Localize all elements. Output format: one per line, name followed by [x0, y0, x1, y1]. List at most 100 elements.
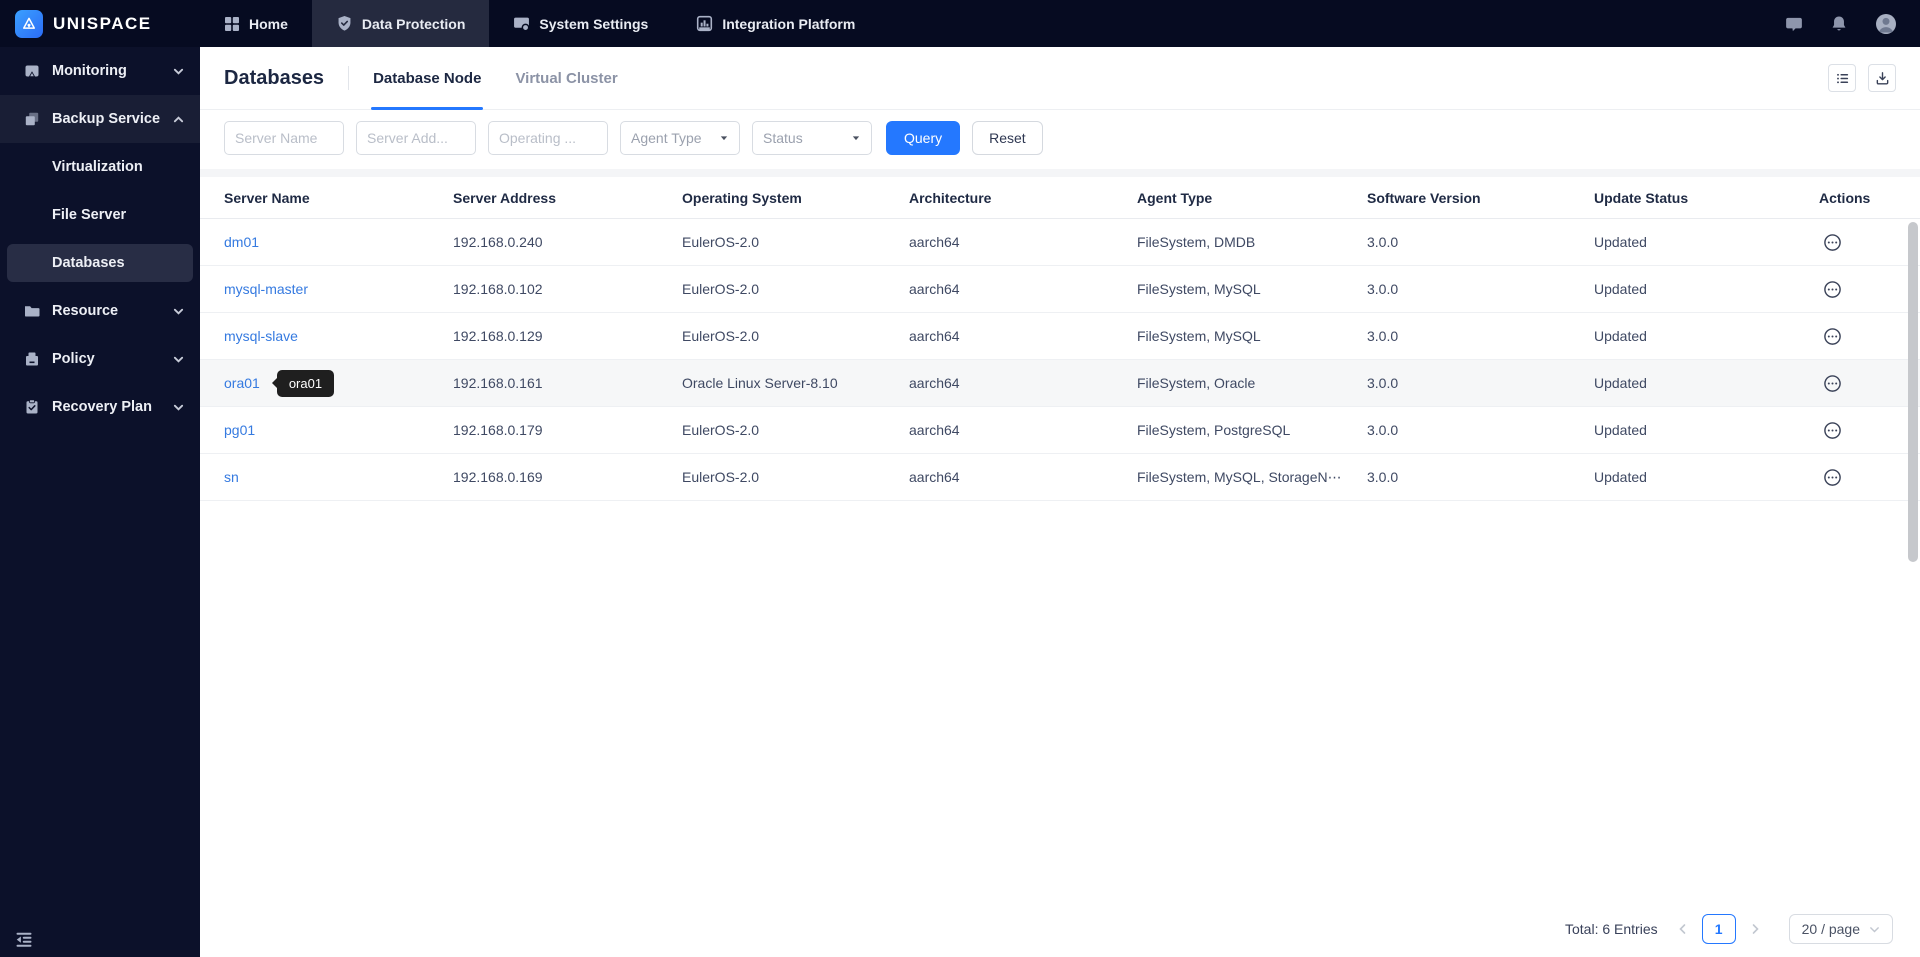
sidebar-item-virtualization[interactable]: Virtualization	[0, 143, 200, 191]
messages-icon[interactable]	[1785, 15, 1803, 33]
nav-item-label: Home	[249, 15, 288, 32]
row-actions-button[interactable]	[1819, 280, 1896, 299]
server-address-input[interactable]	[356, 121, 476, 155]
table-cell: 3.0.0	[1367, 375, 1399, 391]
sidebar-item-policy[interactable]: Policy	[0, 335, 200, 383]
reset-button[interactable]: Reset	[972, 121, 1043, 155]
table-row: dm01 192.168.0.240 EulerOS-2.0 aarch64 FileS…	[200, 219, 1920, 266]
nav-item-integration-platform[interactable]: Integration Platform	[672, 0, 879, 47]
operating-system-input[interactable]	[488, 121, 608, 155]
sidebar-item-label: Backup Service	[52, 111, 161, 127]
header-actions	[1828, 64, 1896, 92]
caret-down-icon	[719, 133, 729, 143]
sidebar-item-databases[interactable]: Databases	[7, 244, 193, 282]
table-cell: Updated	[1594, 234, 1647, 250]
sidebar-item-file-server[interactable]: File Server	[0, 191, 200, 239]
tab-database-node[interactable]: Database Node	[371, 47, 484, 110]
notifications-bell-icon[interactable]	[1830, 15, 1848, 33]
table-cell: 3.0.0	[1367, 234, 1399, 250]
nav-item-data-protection[interactable]: Data Protection	[311, 0, 490, 47]
server-name-link[interactable]: pg01	[224, 422, 255, 438]
server-name-link[interactable]: dm01	[224, 234, 259, 250]
agent-type-select[interactable]: Agent Type	[620, 121, 740, 155]
next-page-button[interactable]	[1736, 923, 1774, 935]
page-size-value: 20 / page	[1801, 921, 1860, 937]
server-name-tooltip: ora01	[276, 369, 335, 397]
sidebar-item-monitoring[interactable]: Monitoring	[0, 47, 200, 95]
table-row: sn 192.168.0.169 EulerOS-2.0 aarch64 FileSys…	[200, 454, 1920, 501]
table-cell: 192.168.0.240	[453, 234, 543, 250]
previous-page-button[interactable]	[1664, 923, 1702, 935]
download-icon	[1876, 71, 1888, 85]
server-name-cell: mysql-slave	[224, 328, 453, 344]
sidebar-item-label: Resource	[52, 303, 119, 319]
sidebar-item-label: Monitoring	[52, 63, 127, 79]
table-cell: aarch64	[909, 328, 960, 344]
status-placeholder: Status	[763, 130, 803, 146]
table-cell: FileSystem, Oracle	[1137, 375, 1256, 391]
row-actions-button[interactable]	[1819, 468, 1896, 487]
table-cell: EulerOS-2.0	[682, 422, 760, 438]
sidebar-collapse-icon[interactable]	[14, 929, 34, 949]
server-name-link[interactable]: sn	[224, 469, 239, 485]
sidebar-item-resource[interactable]: Resource	[0, 287, 200, 335]
column-header: Server Name	[224, 189, 310, 206]
row-actions-button[interactable]	[1819, 374, 1896, 393]
circle-ellipsis-icon	[1824, 468, 1841, 486]
vertical-scrollbar[interactable]	[1908, 222, 1918, 562]
brand-name: UNISPACE	[53, 13, 152, 33]
chevron-up-icon	[173, 114, 184, 125]
status-select[interactable]: Status	[752, 121, 872, 155]
server-name-link[interactable]: mysql-master	[224, 281, 308, 297]
query-button[interactable]: Query	[886, 121, 961, 155]
nav-item-label: Data Protection	[361, 15, 466, 32]
server-name-link[interactable]: ora01	[224, 375, 260, 391]
nav-item-system-settings[interactable]: System Settings	[489, 0, 672, 47]
server-name-cell: ora01 ora01	[224, 369, 453, 397]
pagination-total: Total: 6 Entries	[1565, 921, 1658, 937]
sidebar-item-label: Policy	[52, 351, 95, 367]
column-header: Operating System	[682, 189, 802, 206]
circle-ellipsis-icon	[1824, 374, 1841, 392]
table-cell: 3.0.0	[1367, 422, 1399, 438]
list-view-button[interactable]	[1828, 64, 1856, 92]
nav-item-home[interactable]: Home	[200, 0, 312, 47]
list-view-icon	[1836, 73, 1848, 83]
tab-virtual-cluster[interactable]: Virtual Cluster	[515, 47, 617, 110]
page-size-select[interactable]: 20 / page	[1788, 914, 1893, 944]
download-button[interactable]	[1868, 64, 1896, 92]
home-grid-icon	[224, 16, 240, 32]
row-actions-button[interactable]	[1819, 233, 1896, 252]
table-cell: Updated	[1594, 328, 1647, 344]
table-row: mysql-master 192.168.0.102 EulerOS-2.0 aarc…	[200, 266, 1920, 313]
table-cell: FileSystem, PostgreSQL	[1137, 422, 1291, 438]
filter-bar: Agent Type Status Query Reset	[200, 110, 1920, 169]
chevron-down-icon	[173, 402, 184, 413]
chevron-down-icon	[1869, 924, 1880, 935]
page-number-button[interactable]: 1	[1701, 914, 1736, 944]
chevron-down-icon	[173, 66, 184, 77]
nav-item-label: Integration Platform	[722, 15, 856, 32]
table-cell: aarch64	[909, 234, 960, 250]
sidebar-item-recovery-plan[interactable]: Recovery Plan	[0, 383, 200, 431]
circle-ellipsis-icon	[1824, 327, 1841, 345]
column-header: Software Version	[1367, 189, 1481, 206]
sidebar-item-backup-service[interactable]: Backup Service	[0, 95, 200, 143]
sidebar-item-label: Recovery Plan	[52, 399, 152, 415]
row-actions-button[interactable]	[1819, 327, 1896, 346]
section-divider-band	[200, 169, 1920, 177]
column-header: Server Address	[453, 189, 556, 206]
brand-logo[interactable]: UNISPACE	[0, 0, 200, 47]
row-actions-button[interactable]	[1819, 421, 1896, 440]
server-name-cell: dm01	[224, 234, 453, 250]
tab-label: Virtual Cluster	[515, 69, 618, 87]
chart-window-icon	[696, 15, 713, 32]
table-cell: Updated	[1594, 281, 1647, 297]
column-header: Agent Type	[1137, 189, 1213, 206]
user-avatar[interactable]	[1875, 13, 1897, 35]
clipboard-check-icon	[24, 399, 40, 415]
server-name-input[interactable]	[224, 121, 344, 155]
page-header: Databases Database Node Virtual Cluster	[200, 47, 1920, 110]
chevron-down-icon	[173, 306, 184, 317]
server-name-link[interactable]: mysql-slave	[224, 328, 298, 344]
